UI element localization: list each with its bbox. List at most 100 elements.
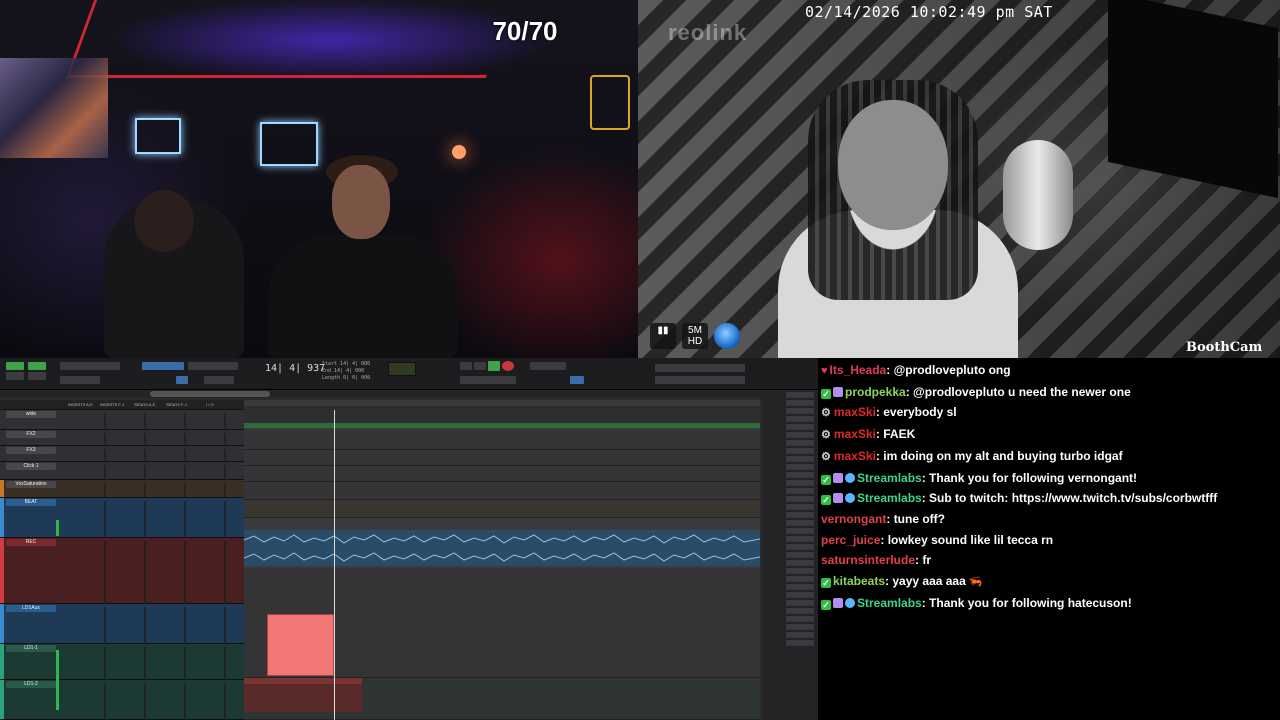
chat-username[interactable]: Streamlabs [857,491,922,505]
track-list: INSERTS A-E INSERTS F-J SENDS A-E SENDS … [0,400,244,720]
person-left [104,190,244,358]
sub-goal-counter: 70/70 [492,16,558,46]
chat-text: everybody sl [883,405,957,420]
chat-username[interactable]: Its_Heada [830,363,887,377]
chat-username[interactable]: perc_juice [821,533,880,547]
track-header[interactable]: FX2 [0,430,244,448]
transport-secondary[interactable] [460,376,516,384]
chat-username[interactable]: maxSki [834,427,876,441]
prime-badge-icon [845,493,855,504]
mode-button-slip[interactable] [6,372,24,380]
studio-webcam [0,0,638,358]
track-lane[interactable] [244,500,760,518]
count-off-toggle[interactable] [530,362,566,370]
level-meter [56,520,59,536]
track-header[interactable]: LD1Aux [0,604,244,646]
transport-bar: 14| 4| 937 Start 14| 4| 000 End 14| 4| 0… [0,358,818,390]
play-button[interactable] [488,361,500,371]
mode-button-grid[interactable] [28,372,46,380]
artist [778,60,1028,358]
verified-badge-icon: ✓ [821,388,831,399]
level-meter [56,650,59,710]
track-header[interactable]: FX3 [0,446,244,464]
horizontal-scrollbar[interactable] [0,390,770,398]
chat-message: ✓ prodpekka: @prodlovepluto u need the ne… [821,384,1131,399]
shrimp-emote-icon: 🦐 [965,576,983,589]
chat-message: ⚙ maxSki: FAEK [821,427,916,442]
track-lane[interactable] [244,482,760,500]
edit-timeline[interactable] [244,400,760,720]
record-button[interactable] [502,361,514,371]
timeline-ruler[interactable] [244,406,760,428]
gift-badge-icon [833,597,843,608]
audio-clip-region[interactable] [244,678,362,712]
chat-message: ♥ Its_Heada: @prodlovepluto ong [821,363,1011,377]
chat-text: lowkey sound like lil tecca rn [887,532,1054,547]
recording-icon: ▮▮ [650,323,676,349]
track-header[interactable]: LD1-2 [0,680,244,720]
mode-button-shuffle[interactable] [6,362,24,370]
gift-badge-icon [833,472,843,483]
edit-tools[interactable] [142,362,184,370]
selection-end: End 14| 4| 000 [322,368,365,374]
camera-brand-watermark: reolink [668,20,748,45]
nudge-buttons[interactable] [204,376,234,384]
ceiling-led-strip [65,0,515,78]
track-header[interactable]: VoxSaturation [0,480,244,500]
track-lane[interactable] [244,430,760,450]
column-headers: INSERTS A-E INSERTS F-J SENDS A-E SENDS … [0,400,244,410]
rec-selection-region[interactable] [267,614,334,676]
bot-badge-icon: ⚙ [821,407,831,420]
verified-badge-icon: ✓ [821,578,831,589]
neon-frame-left [135,118,181,154]
chat-text: FAEK [883,427,916,442]
daw-window: 14| 4| 937 Start 14| 4| 000 End 14| 4| 0… [0,358,818,720]
chat-message: ✓ Streamlabs: Thank you for following hat… [821,595,1132,610]
tool-grabber-icon[interactable] [176,376,188,384]
gift-badge-icon [833,493,843,504]
booth-webcam [638,0,1280,358]
track-header[interactable]: wlde [0,410,244,432]
track-header[interactable]: LD1-1 [0,644,244,682]
link-icon[interactable] [570,376,584,384]
track-lane[interactable] [244,450,760,466]
camera-timestamp: 02/14/2026 10:02:49 pm SAT [805,3,1053,21]
loop-button[interactable] [474,362,486,370]
chat-username[interactable]: Streamlabs [857,596,922,610]
chat-username[interactable]: vernongant [821,512,886,526]
resolution-badge: 5M HD [682,323,708,349]
chat-text: @prodlovepluto u need the newer one [913,384,1131,399]
bot-badge-icon: ⚙ [821,429,831,442]
beat-waveform[interactable] [244,530,760,566]
track-header[interactable]: Click 1 [0,462,244,482]
chat-message: ✓ Streamlabs: Thank you for following ver… [821,470,1138,485]
chat-message: ✓ kitabeats: yayy aaa aaa 🦐 [821,574,983,589]
main-counter: 14| 4| 937 [265,363,326,374]
track-header[interactable]: BEAT [0,498,244,540]
lamp [452,145,466,159]
chat-message: ⚙ maxSki: im doing on my alt and buying t… [821,448,1123,463]
swing-slider[interactable] [655,376,745,384]
chat-message: ⚙ maxSki: everybody sl [821,405,957,420]
chat-username[interactable]: maxSki [834,405,876,419]
studio-microphone [1003,140,1073,250]
chat-username[interactable]: Streamlabs [857,471,922,485]
chat-username[interactable]: maxSki [834,449,876,463]
zoom-buttons[interactable] [60,362,120,370]
edit-tools-2[interactable] [188,362,238,370]
clip-list-panel[interactable] [762,390,818,720]
track-lane[interactable] [244,466,760,482]
playhead [334,410,335,720]
track-header[interactable]: REC [0,538,244,606]
chat-username[interactable]: prodpekka [845,385,906,399]
selection-start: Start 14| 4| 000 [322,361,371,367]
prime-badge-icon [845,597,855,608]
chat-username[interactable]: kitabeats [833,574,885,588]
strength-slider[interactable] [655,364,745,372]
chat-username[interactable]: saturnsinterlude [821,553,915,567]
zoom-presets[interactable] [60,376,100,384]
chat-message: saturnsinterlude: fr [821,553,932,568]
mode-button-spot[interactable] [28,362,46,370]
wall-poster [0,58,108,158]
stop-button[interactable] [460,362,472,370]
